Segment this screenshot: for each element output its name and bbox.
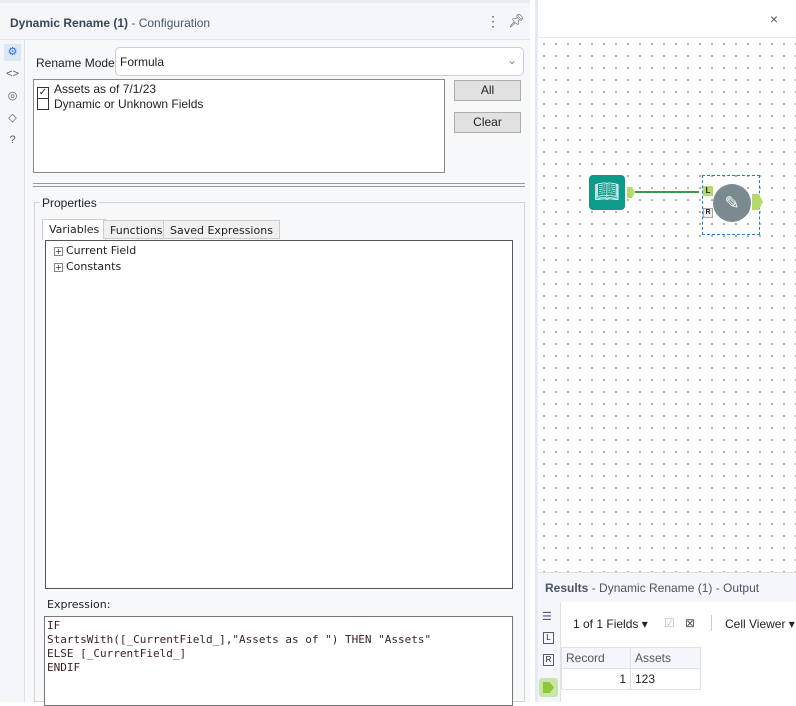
right-input-anchor[interactable]: R	[703, 208, 713, 218]
left-anchor-icon[interactable]: L	[543, 632, 554, 644]
fields-selector[interactable]: 1 of 1 Fields ▾	[573, 617, 648, 631]
field-item[interactable]: Dynamic or Unknown Fields	[37, 97, 203, 111]
divider	[711, 615, 712, 631]
results-header: Results - Dynamic Rename (1) - Output	[535, 572, 796, 602]
tab-functions[interactable]: Functions	[103, 220, 170, 239]
config-sidebar: ⚙ <> ◎ ◇ ?	[0, 40, 25, 702]
close-icon[interactable]: ×	[770, 11, 778, 27]
dynamic-rename-tool[interactable]: ✎ L R	[702, 175, 760, 235]
rename-tool-icon: ✎	[713, 184, 751, 222]
results-subtitle: - Dynamic Rename (1) - Output	[588, 581, 760, 595]
input-data-tool-icon[interactable]: 📖︎	[589, 175, 625, 210]
variables-tree: + Current Field + Constants	[45, 240, 513, 589]
rename-mode-select[interactable]: Formula ⌄	[115, 47, 524, 76]
field-label: Assets as of 7/1/23	[54, 82, 157, 96]
annotation-icon[interactable]: ◎	[4, 88, 21, 105]
chevron-down-icon: ⌄	[506, 53, 517, 67]
right-anchor-icon[interactable]: R	[543, 654, 554, 666]
rename-mode-label: Rename Mode:	[36, 56, 119, 70]
help-icon[interactable]: ?	[4, 132, 21, 149]
config-header: Dynamic Rename (1) - Configuration ⋮ 📌︎	[0, 0, 530, 40]
record-cell[interactable]: 1	[561, 668, 631, 690]
results-title: Results	[545, 581, 589, 595]
splitter[interactable]	[33, 183, 525, 187]
expand-icon[interactable]: +	[54, 263, 63, 272]
workflow-canvas[interactable]: 📖︎ ✎ L R	[535, 38, 796, 572]
results-sidebar: ☰ L R	[535, 602, 561, 702]
gear-icon[interactable]: ⚙	[4, 44, 21, 61]
cell-viewer-dropdown[interactable]: Cell Viewer ▾	[725, 617, 795, 631]
checkbox[interactable]	[37, 98, 49, 110]
config-title: Dynamic Rename (1) - Configuration	[10, 16, 211, 30]
code-icon[interactable]: <>	[4, 66, 21, 83]
canvas-tab-bar: ×	[535, 0, 796, 38]
expression-line: ENDIF	[47, 661, 81, 674]
tree-label: Constants	[66, 260, 122, 273]
expression-line: StartsWith([_CurrentField_],"Assets as o…	[47, 633, 432, 646]
field-label: Dynamic or Unknown Fields	[54, 97, 204, 111]
results-toolbar: 1 of 1 Fields ▾ ☑ ⊠ Cell Viewer ▾	[561, 602, 796, 646]
expression-label: Expression:	[47, 598, 111, 611]
expand-icon[interactable]: +	[54, 247, 63, 256]
list-icon[interactable]: ☰	[542, 610, 552, 623]
properties-label: Properties	[40, 196, 99, 210]
clear-button[interactable]: Clear	[454, 112, 521, 133]
tab-variables[interactable]: Variables	[42, 219, 107, 240]
expression-line: IF	[47, 619, 61, 632]
expression-editor[interactable]: IF StartsWith([_CurrentField_],"Assets a…	[44, 616, 513, 706]
results-table: Record Assets 1 123	[561, 647, 701, 690]
tree-item-constants[interactable]: + Constants	[54, 260, 121, 273]
tag-icon[interactable]: ◇	[4, 110, 21, 127]
column-header[interactable]: Assets	[630, 647, 701, 669]
assets-cell[interactable]: 123	[630, 668, 701, 690]
rename-mode-value: Formula	[120, 55, 165, 69]
tree-item-current-field[interactable]: + Current Field	[54, 244, 136, 257]
tab-saved-expressions[interactable]: Saved Expressions	[163, 220, 280, 239]
output-anchor[interactable]	[752, 194, 763, 210]
field-list: ✓ Assets as of 7/1/23 Dynamic or Unknown …	[33, 79, 445, 173]
all-button[interactable]: All	[454, 80, 521, 101]
check-icon[interactable]: ☑	[664, 616, 675, 630]
connection-line	[635, 191, 699, 193]
deselect-icon[interactable]: ⊠	[685, 616, 695, 630]
left-input-anchor[interactable]: L	[703, 186, 713, 196]
tree-label: Current Field	[66, 244, 137, 257]
table-row: 1 123	[561, 668, 701, 690]
pin-icon[interactable]: 📌︎	[508, 13, 525, 29]
column-header[interactable]: Record	[561, 647, 631, 669]
output-anchor-icon[interactable]	[539, 678, 558, 697]
output-anchor[interactable]	[627, 187, 635, 198]
expression-line: ELSE [_CurrentField_]	[47, 647, 187, 660]
more-options-icon[interactable]: ⋮	[486, 13, 500, 30]
